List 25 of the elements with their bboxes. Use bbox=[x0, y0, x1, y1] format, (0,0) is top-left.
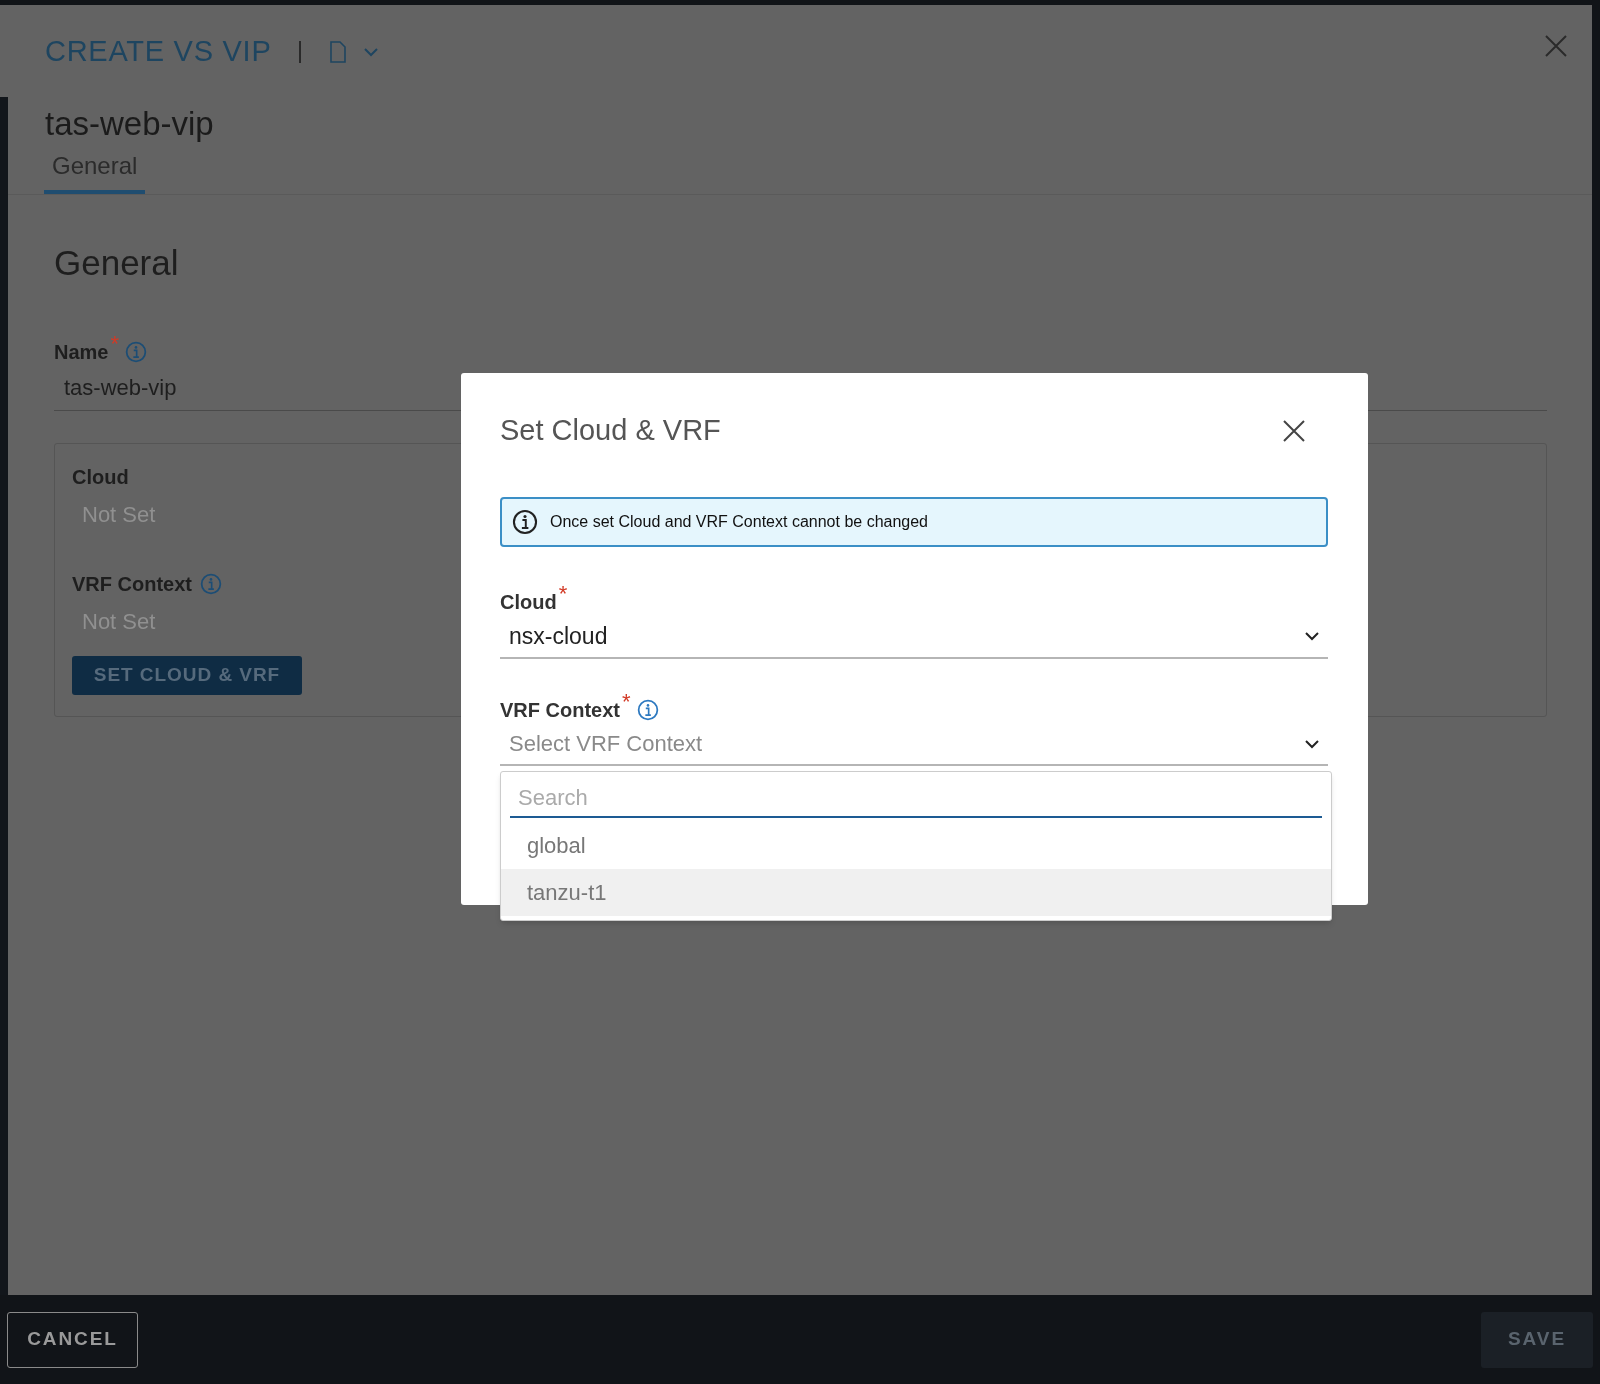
field-label: Name bbox=[54, 339, 109, 365]
select-field[interactable]: nsx-cloud bbox=[500, 618, 1328, 659]
select-field[interactable]: Select VRF Context bbox=[500, 727, 1328, 766]
cancel-button[interactable]: CANCEL bbox=[7, 1311, 138, 1368]
dropdown-option[interactable]: tanzu-t1 bbox=[501, 869, 1331, 916]
info-icon[interactable] bbox=[512, 508, 538, 535]
field-label: VRF Context bbox=[500, 698, 620, 723]
search-field[interactable]: Search bbox=[510, 780, 1322, 818]
required-asterisk: * bbox=[622, 691, 631, 713]
modal-title: Set Cloud & VRF bbox=[500, 413, 721, 448]
alert-text: Once set Cloud and VRF Context cannot be changed bbox=[550, 511, 928, 532]
tab[interactable]: General bbox=[44, 147, 146, 194]
chevron-down-icon[interactable] bbox=[1304, 630, 1320, 641]
section-title: General bbox=[54, 242, 180, 283]
object-name: tas-web-vip bbox=[44, 103, 215, 144]
field-label: VRF Context bbox=[72, 571, 192, 597]
dialog-title: CREATE VS VIP bbox=[45, 34, 272, 69]
required-asterisk: * bbox=[558, 582, 568, 605]
chevron-down-icon[interactable] bbox=[1304, 738, 1320, 749]
dropdown-option[interactable]: global bbox=[501, 822, 1331, 869]
field-label: Cloud bbox=[72, 464, 129, 490]
set-cloud-vrf-button[interactable]: SET CLOUD & VRF bbox=[72, 655, 302, 695]
close-icon[interactable] bbox=[1282, 418, 1306, 443]
required-asterisk: * bbox=[110, 332, 120, 355]
field-label: Cloud bbox=[500, 589, 557, 615]
